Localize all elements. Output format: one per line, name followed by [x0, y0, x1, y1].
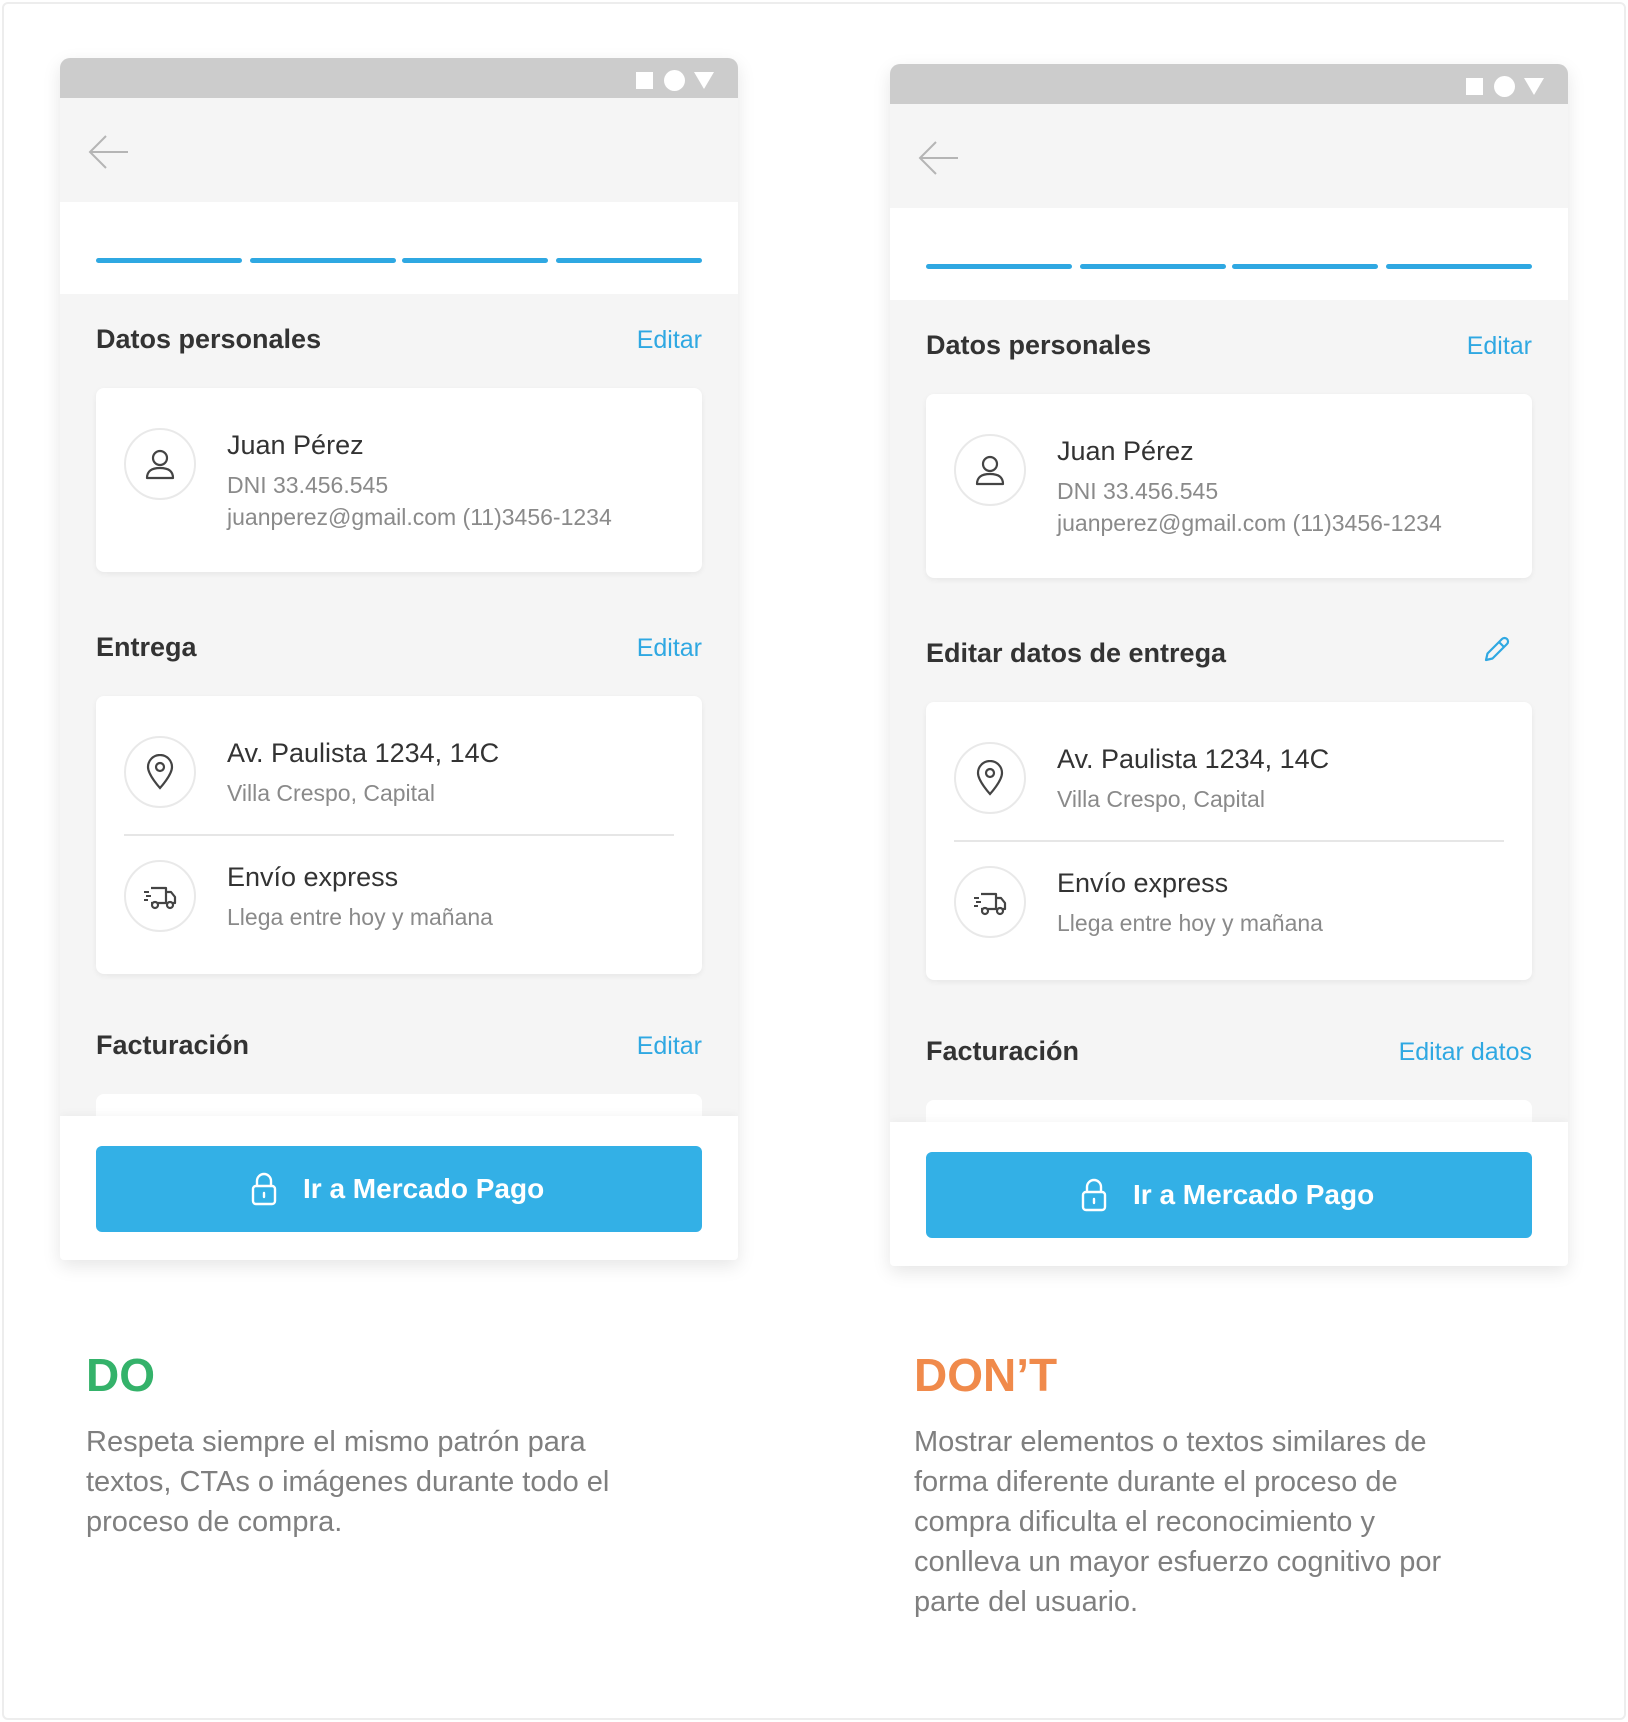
- status-triangle-icon: [694, 72, 714, 89]
- dont-description-line: compra dificulta el reconocimiento y: [914, 1506, 1375, 1538]
- status-circle-icon: [1494, 76, 1515, 97]
- do-heading: DO: [86, 1349, 155, 1401]
- edit-billing-link[interactable]: Editar datos: [1399, 1038, 1532, 1067]
- section-title-delivery: Editar datos de entrega: [926, 638, 1227, 668]
- shipping-eta: Llega entre hoy y mañana: [1057, 910, 1323, 936]
- status-square-icon: [636, 72, 653, 89]
- progress-bar: [60, 202, 738, 294]
- progress-segment: [402, 258, 548, 263]
- personal-data-card: Juan Pérez DNI 33.456.545 juanperez@gmai…: [96, 388, 702, 572]
- delivery-address: Av. Paulista 1234, 14C: [227, 738, 500, 768]
- delivery-card: Av. Paulista 1234, 14C Villa Crespo, Cap…: [96, 696, 702, 974]
- do-description: Respeta siempre el mismo patrón para tex…: [86, 1422, 726, 1542]
- progress-segment: [1080, 264, 1226, 269]
- shipping-method: Envío express: [227, 862, 399, 892]
- truck-icon: [144, 886, 177, 910]
- user-icon: [145, 449, 175, 480]
- progress-segment: [556, 258, 702, 263]
- delivery-address: Av. Paulista 1234, 14C: [1057, 744, 1330, 774]
- dont-phone-mockup: Datos personales Editar Juan Pérez DNI 3…: [890, 64, 1568, 1266]
- user-icon-circle: [124, 428, 196, 500]
- do-description-line: Respeta siempre el mismo patrón para: [86, 1426, 586, 1458]
- cta-label: Ir a Mercado Pago: [1133, 1179, 1375, 1210]
- go-to-mercado-pago-button[interactable]: Ir a Mercado Pago: [96, 1146, 702, 1232]
- user-name: Juan Pérez: [227, 430, 364, 460]
- user-dni: DNI 33.456.545: [227, 472, 389, 498]
- edit-billing-link[interactable]: Editar: [637, 1032, 702, 1061]
- back-arrow-icon[interactable]: [86, 130, 130, 174]
- section-title-delivery: Entrega: [96, 632, 197, 662]
- dont-description-line: forma diferente durante el proceso de: [914, 1466, 1398, 1498]
- progress-segment: [1232, 264, 1378, 269]
- truck-icon: [974, 892, 1007, 916]
- status-square-icon: [1466, 78, 1483, 95]
- do-description-line: textos, CTAs o imágenes durante todo el: [86, 1466, 610, 1498]
- user-icon-circle: [954, 434, 1026, 506]
- personal-data-card: Juan Pérez DNI 33.456.545 juanperez@gmai…: [926, 394, 1532, 578]
- card-divider: [124, 834, 674, 836]
- status-bar: [60, 58, 738, 98]
- pencil-icon[interactable]: [1482, 634, 1512, 664]
- dont-description-line: parte del usuario.: [914, 1586, 1139, 1618]
- user-name: Juan Pérez: [1057, 436, 1194, 466]
- location-pin-icon: [976, 760, 1004, 796]
- delivery-area: Villa Crespo, Capital: [1057, 786, 1265, 812]
- location-icon-circle: [954, 742, 1026, 814]
- footer-bar: Ir a Mercado Pago: [890, 1122, 1568, 1266]
- progress-bar: [890, 208, 1568, 300]
- footer-bar: Ir a Mercado Pago: [60, 1116, 738, 1260]
- truck-icon-circle: [954, 866, 1026, 938]
- shipping-method: Envío express: [1057, 868, 1229, 898]
- dont-description-line: Mostrar elementos o textos similares de: [914, 1426, 1427, 1458]
- progress-segment: [1386, 264, 1532, 269]
- status-bar: [890, 64, 1568, 104]
- lock-icon: [251, 1172, 277, 1206]
- delivery-area: Villa Crespo, Capital: [227, 780, 435, 806]
- truck-icon-circle: [124, 860, 196, 932]
- lock-icon: [1081, 1178, 1107, 1212]
- user-contact: juanperez@gmail.com (11)3456-1234: [1057, 510, 1442, 536]
- status-triangle-icon: [1524, 78, 1544, 95]
- back-arrow-icon[interactable]: [916, 136, 960, 180]
- section-title-billing: Facturación: [926, 1036, 1080, 1066]
- edit-personal-link[interactable]: Editar: [637, 326, 702, 355]
- progress-segment: [96, 258, 242, 263]
- go-to-mercado-pago-button[interactable]: Ir a Mercado Pago: [926, 1152, 1532, 1238]
- user-icon: [975, 455, 1005, 486]
- delivery-card: Av. Paulista 1234, 14C Villa Crespo, Cap…: [926, 702, 1532, 980]
- progress-segment: [250, 258, 396, 263]
- do-description-line: proceso de compra.: [86, 1506, 343, 1538]
- shipping-eta: Llega entre hoy y mañana: [227, 904, 493, 930]
- dont-description-line: conlleva un mayor esfuerzo cognitivo por: [914, 1546, 1442, 1578]
- location-icon-circle: [124, 736, 196, 808]
- user-contact: juanperez@gmail.com (11)3456-1234: [227, 504, 612, 530]
- cta-label: Ir a Mercado Pago: [303, 1173, 545, 1204]
- do-phone-mockup: Datos personales Editar Juan Pérez DNI 3…: [60, 58, 738, 1260]
- location-pin-icon: [146, 754, 174, 790]
- status-circle-icon: [664, 70, 685, 91]
- edit-delivery-link[interactable]: Editar: [637, 634, 702, 663]
- edit-personal-link[interactable]: Editar: [1467, 332, 1532, 361]
- user-dni: DNI 33.456.545: [1057, 478, 1219, 504]
- dont-description: Mostrar elementos o textos similares de …: [914, 1422, 1594, 1622]
- section-title-personal: Datos personales: [96, 324, 322, 354]
- card-divider: [954, 840, 1504, 842]
- dont-heading: DON’T: [914, 1349, 1058, 1401]
- progress-segment: [926, 264, 1072, 269]
- section-title-personal: Datos personales: [926, 330, 1152, 360]
- section-title-billing: Facturación: [96, 1030, 250, 1060]
